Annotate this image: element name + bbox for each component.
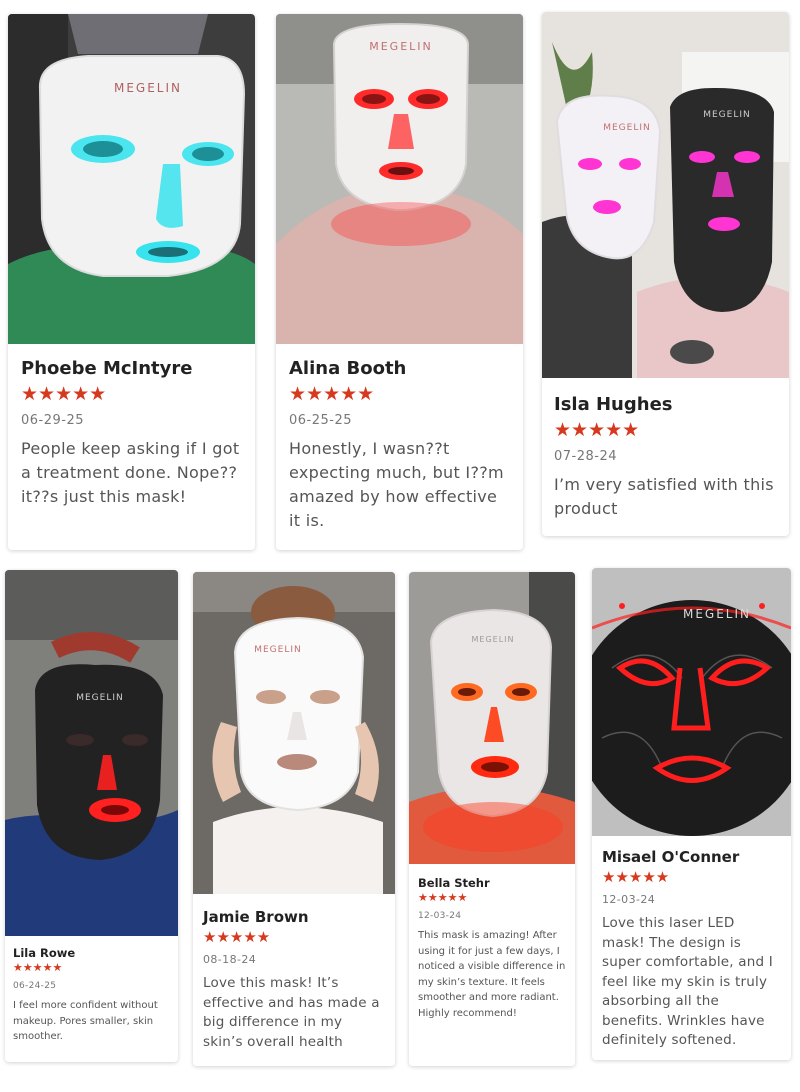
reviewer-name: Misael O'Conner (602, 848, 740, 866)
review-date: 08-18-24 (203, 953, 257, 966)
star-rating-icon: ★★★★★ (21, 383, 107, 405)
review-date: 06-24-25 (13, 981, 57, 991)
review-photo[interactable]: MEGELIN (409, 572, 575, 864)
review-card: MEGELIN Misael O'Conner ★★★★★ 12-03-24 L… (592, 568, 791, 1060)
star-rating-icon: ★★★★★ (203, 928, 271, 946)
review-text: Love this laser LED mask! The design is … (602, 915, 773, 1048)
review-card: MEGELIN Alina Booth ★★★★★ 06-25-25 Hones… (276, 14, 523, 550)
review-card: MEGELIN Bella Stehr ★★★★★ 12-03-24 This … (409, 572, 575, 1066)
review-date: 07-28-24 (554, 449, 618, 464)
review-photo[interactable]: MEGELIN MEGELIN (542, 12, 789, 378)
review-text: Honestly, I wasn??t expecting much, but … (289, 439, 504, 530)
review-date: 12-03-24 (418, 911, 462, 921)
review-date: 06-29-25 (21, 413, 85, 428)
svg-text:MEGELIN: MEGELIN (254, 645, 302, 655)
review-card: MEGELIN MEGELIN Isla Hughes ★★★★★ 07-28-… (542, 12, 789, 536)
star-rating-icon: ★★★★★ (13, 961, 63, 974)
svg-text:MEGELIN: MEGELIN (76, 693, 124, 703)
review-date: 06-25-25 (289, 413, 353, 428)
review-card: MEGELIN Phoebe McIntyre ★★★★★ 06-29-25 P… (8, 14, 255, 550)
svg-text:MEGELIN: MEGELIN (471, 635, 514, 644)
reviewer-name: Alina Booth (289, 358, 407, 379)
review-photo[interactable]: MEGELIN (193, 572, 395, 894)
review-photo[interactable]: MEGELIN (276, 14, 523, 344)
svg-text:MEGELIN: MEGELIN (703, 110, 751, 120)
review-photo[interactable]: MEGELIN (592, 568, 791, 836)
reviewer-name: Bella Stehr (418, 876, 490, 890)
review-text: I’m very satisfied with this product (554, 475, 774, 518)
reviewer-name: Jamie Brown (203, 908, 309, 926)
svg-text:MEGELIN: MEGELIN (683, 607, 751, 621)
reviewer-name: Isla Hughes (554, 394, 673, 415)
star-rating-icon: ★★★★★ (554, 419, 640, 441)
review-text: People keep asking if I got a treatment … (21, 439, 240, 506)
review-date: 12-03-24 (602, 893, 656, 906)
svg-text:MEGELIN: MEGELIN (114, 81, 182, 95)
review-text: This mask is amazing! After using it for… (418, 930, 566, 1019)
reviewer-name: Phoebe McIntyre (21, 358, 193, 379)
star-rating-icon: ★★★★★ (602, 868, 670, 886)
star-rating-icon: ★★★★★ (418, 891, 468, 904)
review-text: Love this mask! It’s effective and has m… (203, 975, 380, 1050)
review-card: MEGELIN Lila Rowe ★★★★★ 06-24-25 I feel … (5, 570, 178, 1062)
star-rating-icon: ★★★★★ (289, 383, 375, 405)
svg-text:MEGELIN: MEGELIN (369, 40, 433, 53)
reviewer-name: Lila Rowe (13, 946, 76, 960)
svg-text:MEGELIN: MEGELIN (603, 123, 651, 133)
review-text: I feel more confident without makeup. Po… (13, 1000, 158, 1042)
review-card: MEGELIN Jamie Brown ★★★★★ 08-18-24 Love … (193, 572, 395, 1066)
review-photo[interactable]: MEGELIN (8, 14, 255, 344)
review-photo[interactable]: MEGELIN (5, 570, 178, 936)
